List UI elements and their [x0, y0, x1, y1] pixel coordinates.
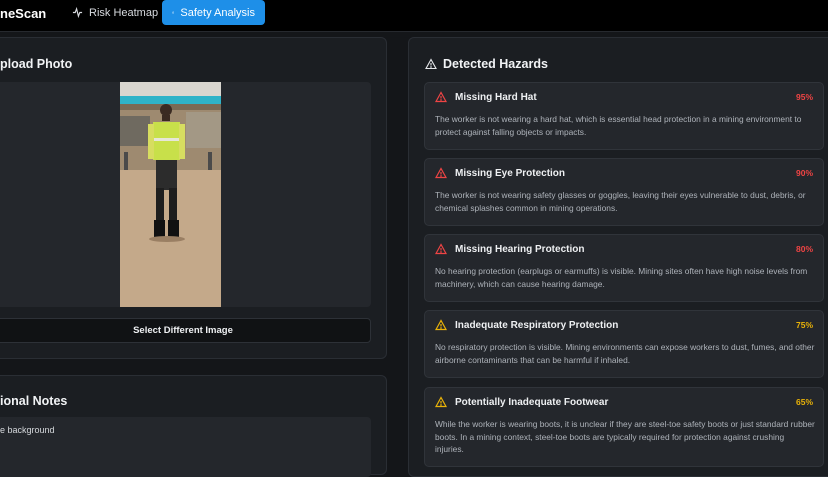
- hazard-title: Missing Hard Hat: [455, 91, 537, 103]
- nav-risk-heatmap[interactable]: Risk Heatmap: [62, 0, 168, 25]
- hazard-card[interactable]: Inadequate Respiratory Protection 75% No…: [424, 310, 824, 378]
- nav-safety-analysis-label: Safety Analysis: [180, 6, 255, 19]
- notes-title: ional Notes: [0, 394, 68, 408]
- hazard-title: Missing Hearing Protection: [455, 243, 585, 255]
- nav-safety-analysis[interactable]: Safety Analysis: [162, 0, 265, 25]
- hazard-card-header: Missing Hearing Protection: [435, 243, 584, 255]
- hazard-card[interactable]: Missing Hard Hat 95% The worker is not w…: [424, 82, 824, 150]
- notes-textarea[interactable]: [0, 417, 371, 477]
- warning-triangle-icon: [435, 167, 447, 179]
- hazard-confidence: 65%: [795, 397, 813, 407]
- hazard-card-header: Missing Hard Hat: [435, 91, 537, 103]
- top-bar: neScan Risk Heatmap Safety Analysis: [0, 0, 828, 32]
- hazard-description: The worker is not wearing safety glasses…: [435, 190, 806, 213]
- upload-title: pload Photo: [0, 57, 73, 71]
- hazard-card-header: Potentially Inadequate Footwear: [435, 396, 608, 408]
- warning-icon: [425, 58, 437, 70]
- warning-triangle-icon: [435, 319, 447, 331]
- hazard-title: Inadequate Respiratory Protection: [455, 319, 619, 331]
- hazards-header: Detected Hazards: [425, 57, 548, 71]
- hazard-confidence: 90%: [795, 168, 813, 178]
- hazard-card[interactable]: Missing Eye Protection 90% The worker is…: [424, 158, 824, 226]
- hazard-title: Potentially Inadequate Footwear: [455, 396, 609, 408]
- hazard-description: No respiratory protection is visible. Mi…: [435, 342, 815, 365]
- app-brand: neScan: [0, 6, 47, 21]
- hazard-confidence: 80%: [795, 244, 813, 254]
- hazard-card[interactable]: Potentially Inadequate Footwear 65% Whil…: [424, 387, 824, 467]
- uploaded-photo: [120, 82, 221, 307]
- hazard-card[interactable]: Missing Hearing Protection 80% No hearin…: [424, 234, 824, 302]
- nav-risk-heatmap-label: Risk Heatmap: [89, 6, 159, 19]
- hazards-title: Detected Hazards: [443, 57, 548, 71]
- warning-triangle-icon: [435, 91, 447, 103]
- notes-text: e background: [0, 425, 55, 435]
- warning-triangle-icon: [435, 396, 447, 408]
- camera-icon: [172, 11, 175, 14]
- select-different-image-button[interactable]: Select Different Image: [0, 318, 371, 343]
- hazard-card-header: Missing Eye Protection: [435, 167, 565, 179]
- activity-icon: [72, 7, 83, 18]
- hazard-description: The worker is not wearing a hard hat, wh…: [435, 114, 802, 137]
- hazard-description: While the worker is wearing boots, it is…: [435, 419, 815, 454]
- hazard-confidence: 95%: [795, 92, 813, 102]
- hazard-card-header: Inadequate Respiratory Protection: [435, 319, 618, 331]
- hazard-title: Missing Eye Protection: [455, 167, 566, 179]
- hazard-description: No hearing protection (earplugs or earmu…: [435, 266, 808, 289]
- warning-triangle-icon: [435, 243, 447, 255]
- hazard-confidence: 75%: [795, 320, 813, 330]
